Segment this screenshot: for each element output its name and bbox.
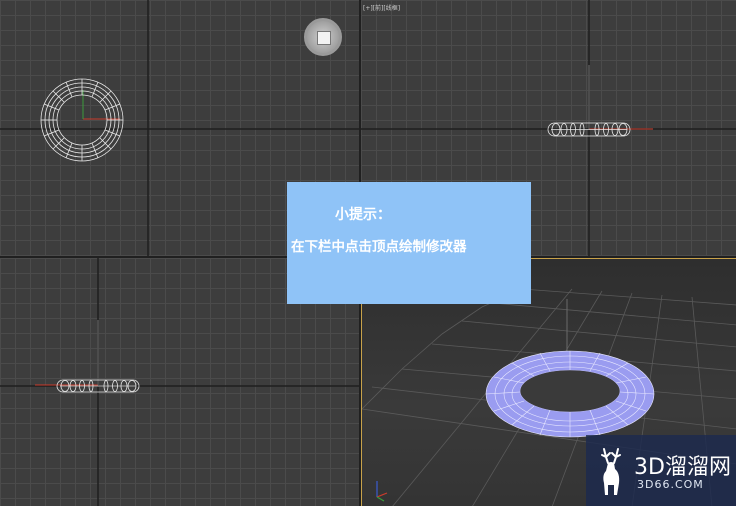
deer-logo-icon: [601, 448, 621, 495]
viewcube-icon[interactable]: [304, 18, 342, 56]
tip-overlay: 小提示： 在下栏中点击顶点绘制修改器: [287, 182, 531, 304]
tip-title: 小提示：: [335, 207, 391, 223]
watermark-url: 3D66.COM: [637, 478, 704, 491]
tip-body: 在下栏中点击顶点绘制修改器: [291, 239, 467, 255]
viewport-label[interactable]: [+][前][线框]: [363, 3, 400, 12]
viewcube-face[interactable]: [317, 31, 331, 45]
axis-gizmo: [376, 481, 388, 502]
watermark-brand: 3D溜溜网: [634, 455, 731, 480]
torus-shaded: [485, 350, 655, 438]
torus-wireframe-top: [40, 78, 124, 162]
watermark: 3D溜溜网 3D66.COM: [586, 435, 736, 506]
